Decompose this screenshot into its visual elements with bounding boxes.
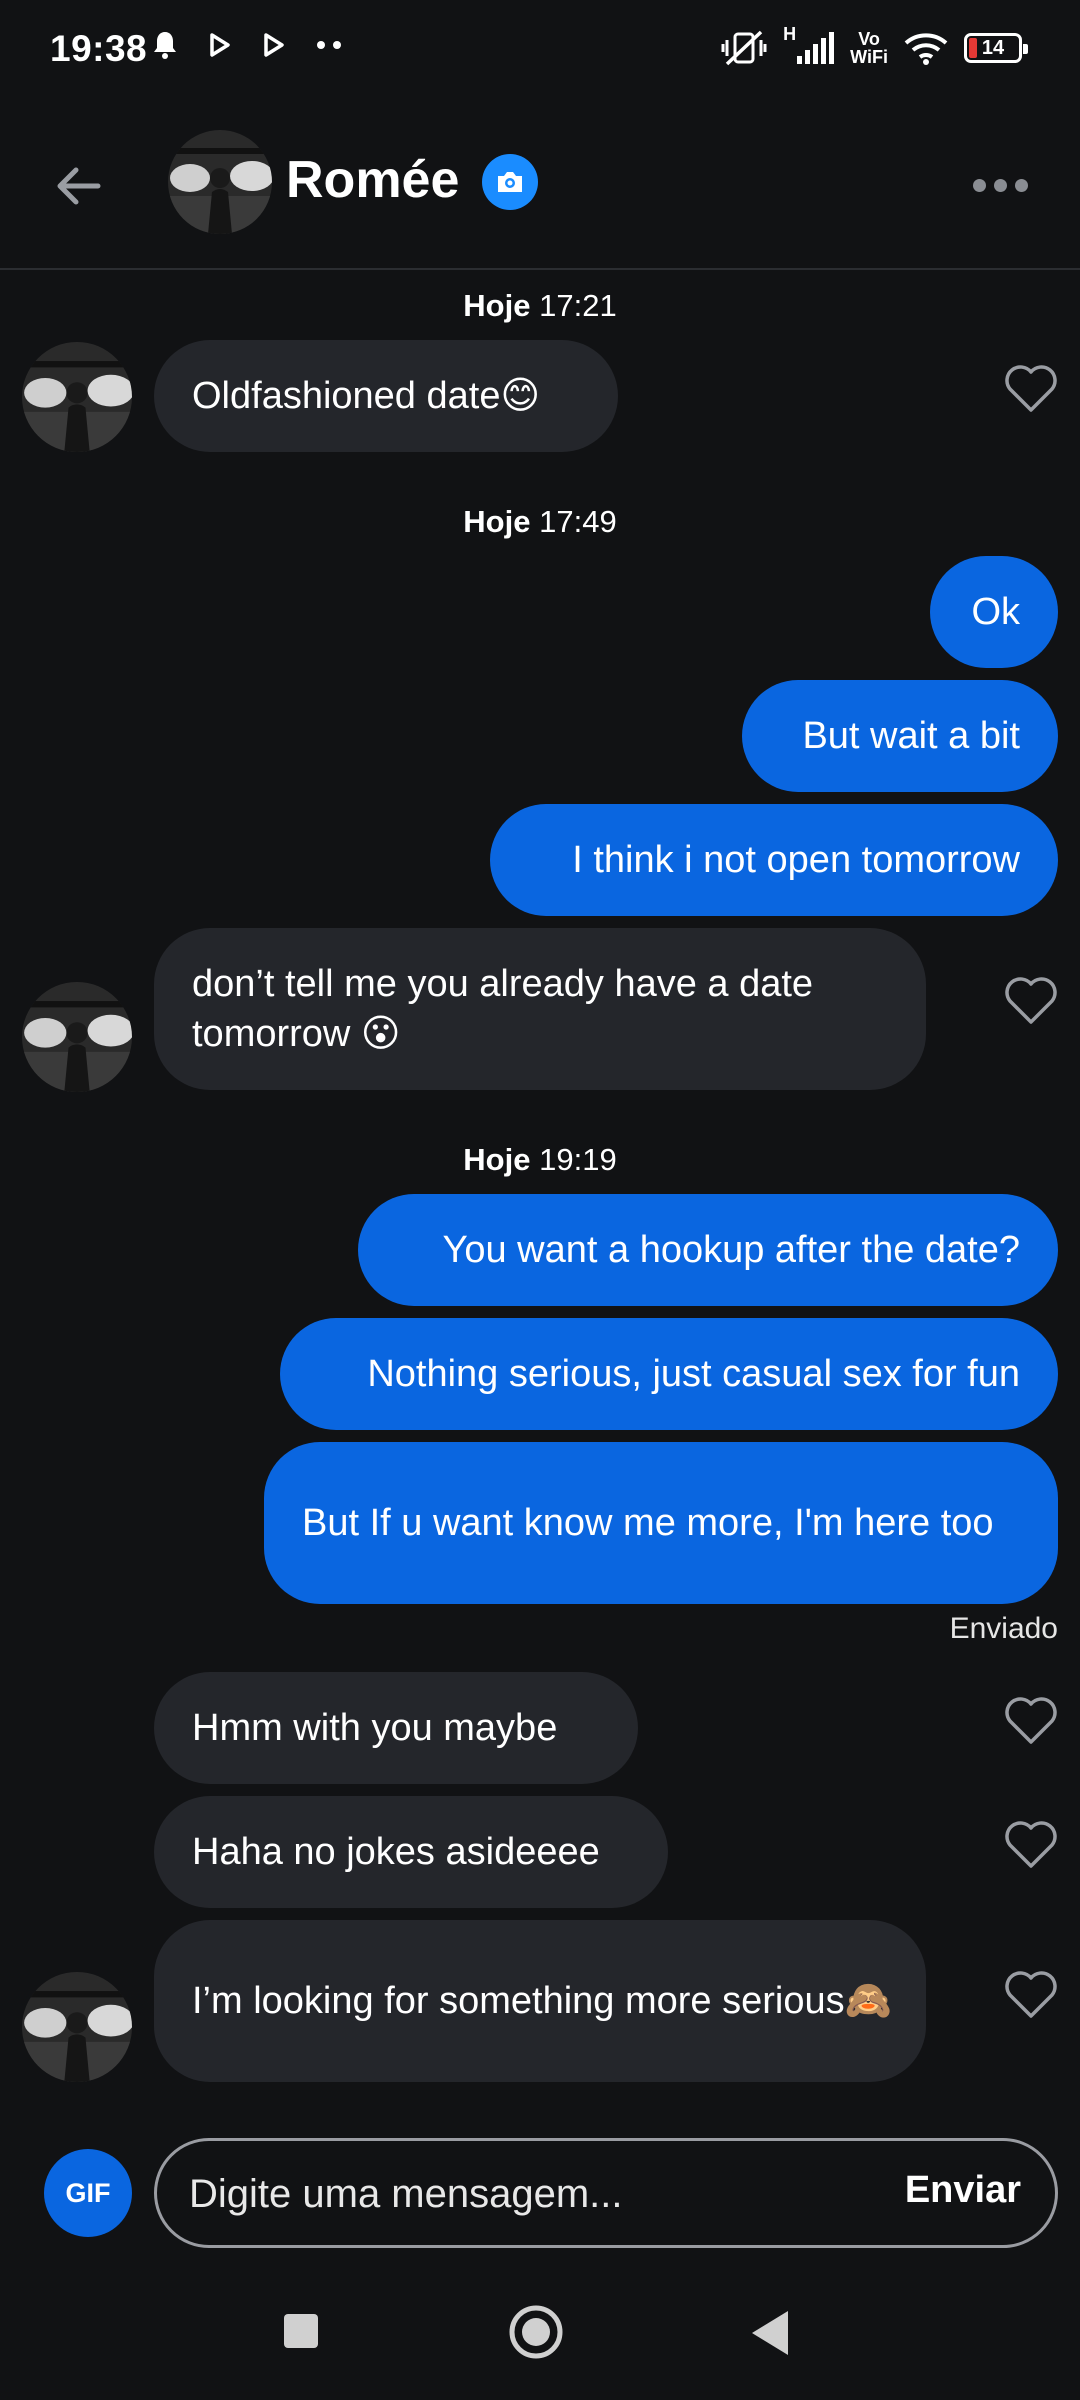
message-composer: Enviar [154, 2138, 1058, 2248]
message-bubble-outgoing[interactable]: But If u want know me more, I'm here too [264, 1442, 1058, 1604]
back-nav-icon[interactable] [748, 2308, 792, 2358]
bell-icon [154, 32, 176, 59]
message-bubble-incoming[interactable]: I’m looking for something more serious🙈 [154, 1920, 926, 2082]
heart-icon[interactable] [1004, 1970, 1058, 2020]
back-button[interactable] [40, 148, 116, 224]
camera-icon [498, 172, 522, 192]
status-system-icons: H Vo WiFi 14 [721, 24, 1028, 68]
heart-icon[interactable] [1004, 1820, 1058, 1870]
message-bubble-incoming[interactable]: Haha no jokes asideeee [154, 1796, 668, 1908]
status-time: 19:38 [50, 28, 148, 69]
cellular-signal-icon: H [783, 24, 835, 64]
photo-verified-badge[interactable] [482, 154, 538, 210]
wifi-icon [904, 33, 948, 65]
system-navigation-bar [0, 2280, 1080, 2400]
more-horizontal-icon [972, 178, 986, 192]
contact-name[interactable]: Romée [286, 150, 459, 210]
avatar-photo [168, 130, 272, 234]
heart-icon[interactable] [1004, 364, 1058, 414]
message-bubble-outgoing[interactable]: Nothing serious, just casual sex for fun [280, 1318, 1058, 1430]
battery-level: 14 [981, 36, 1005, 59]
message-bubble-outgoing[interactable]: I think i not open tomorrow [490, 804, 1058, 916]
message-bubble-incoming[interactable]: Oldfashioned date😊 [154, 340, 618, 452]
vibrate-off-icon [721, 30, 767, 66]
network-type: H [783, 24, 797, 44]
play-store-icon [210, 33, 230, 57]
recents-icon[interactable] [282, 2312, 320, 2350]
time-separator: Hoje 17:49 [463, 504, 617, 539]
message-avatar[interactable] [22, 342, 132, 452]
battery-icon: 14 [964, 33, 1028, 63]
message-bubble-incoming[interactable]: Hmm with you maybe [154, 1672, 638, 1784]
home-icon[interactable] [508, 2304, 564, 2360]
status-bar: 19:38 H Vo WiFi 14 [0, 0, 1080, 100]
chat-header: Romée [0, 110, 1080, 270]
vowifi-icon: Vo WiFi [850, 30, 888, 66]
play-store-icon [264, 33, 284, 57]
heart-icon[interactable] [1004, 1696, 1058, 1746]
time-separator: Hoje 19:19 [463, 1142, 617, 1177]
message-bubble-outgoing[interactable]: You want a hookup after the date? [358, 1194, 1058, 1306]
message-bubble-outgoing[interactable]: But wait a bit [742, 680, 1058, 792]
sent-status: Enviado [949, 1612, 1058, 1645]
vowifi-top: Vo [858, 29, 880, 49]
message-input[interactable] [187, 2163, 831, 2225]
arrow-left-icon [57, 167, 101, 205]
gif-button[interactable]: GIF [44, 2149, 132, 2237]
message-bubble-outgoing[interactable]: Ok [930, 556, 1058, 668]
message-avatar[interactable] [22, 1972, 132, 2082]
time-separator: Hoje 17:21 [463, 288, 617, 323]
more-notifications-icon [317, 41, 341, 49]
vowifi-bottom: WiFi [850, 47, 888, 67]
status-notification-icons [152, 30, 342, 60]
send-button[interactable]: Enviar [905, 2169, 1021, 2212]
heart-icon[interactable] [1004, 976, 1058, 1026]
contact-avatar[interactable] [168, 130, 272, 234]
more-options-button[interactable] [960, 160, 1040, 210]
message-avatar[interactable] [22, 982, 132, 1092]
message-bubble-incoming[interactable]: don’t tell me you already have a date to… [154, 928, 926, 1090]
